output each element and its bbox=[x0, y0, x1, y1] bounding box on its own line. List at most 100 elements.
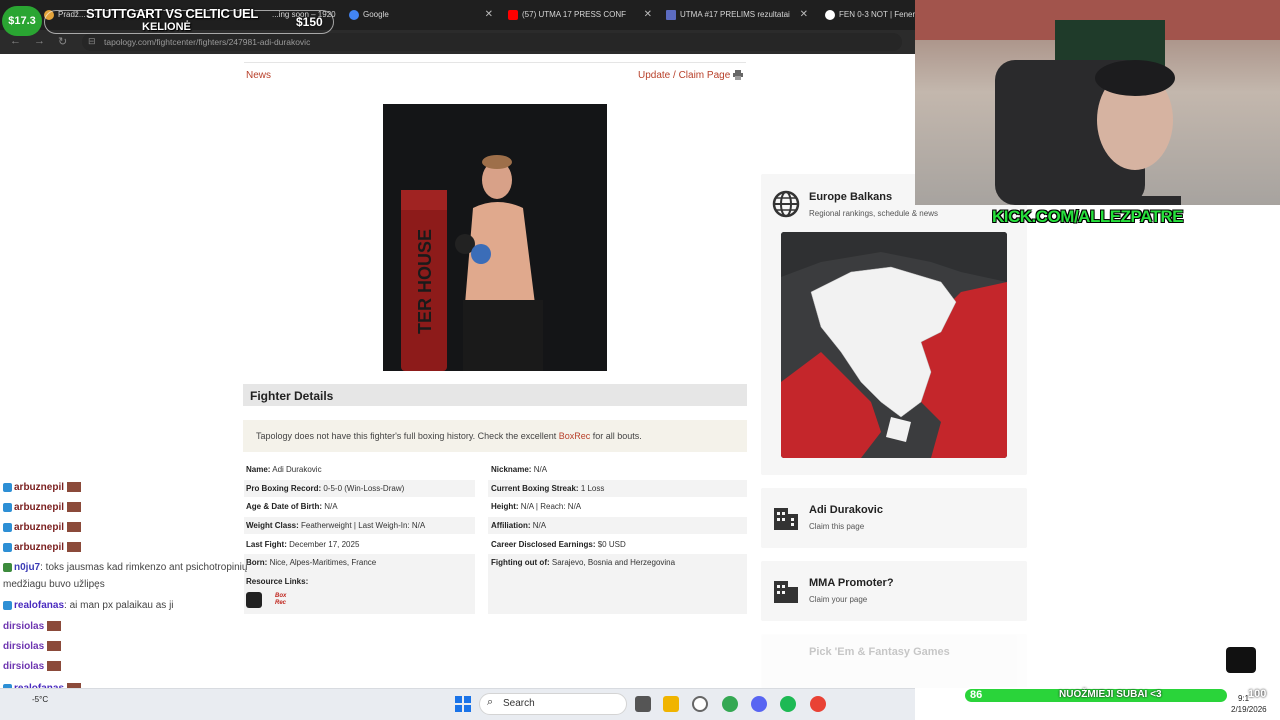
close-icon[interactable]: ✕ bbox=[485, 4, 493, 26]
emote-icon bbox=[67, 542, 82, 553]
detail-earnings: Career Disclosed Earnings: $0 USD bbox=[488, 536, 747, 553]
building-icon bbox=[774, 581, 798, 603]
chat-username: dirsiolas bbox=[3, 641, 45, 652]
emote-icon bbox=[47, 661, 62, 672]
tab-favicon-icon bbox=[666, 10, 676, 20]
detail-label: Resource Links: bbox=[246, 577, 309, 586]
chat-username: n0ju7 bbox=[14, 562, 41, 573]
detail-name: Name: Adi Durakovic bbox=[244, 461, 475, 478]
chrome-icon[interactable] bbox=[722, 696, 738, 712]
tab-google[interactable]: Google ✕ bbox=[349, 4, 493, 26]
obs-icon[interactable] bbox=[692, 696, 708, 712]
fighter-claim-card[interactable]: Adi Durakovic Claim this page bbox=[761, 488, 1027, 548]
chat-message: arbuznepil bbox=[3, 502, 82, 513]
detail-value: N/A | Reach: N/A bbox=[520, 502, 582, 511]
claim-this-page-link[interactable]: Claim this page bbox=[809, 522, 864, 531]
clock-date[interactable]: 2/19/2026 bbox=[1231, 705, 1267, 714]
detail-value: N/A bbox=[533, 465, 548, 474]
chat-username: dirsiolas bbox=[3, 621, 45, 632]
sub-count: 86 bbox=[970, 689, 983, 701]
print-icon[interactable] bbox=[733, 70, 743, 80]
chat-username: arbuznepil bbox=[14, 542, 65, 553]
detail-value: December 17, 2025 bbox=[289, 540, 360, 549]
chat-message: medžiagu buvo užlipęs bbox=[3, 579, 105, 590]
badge-icon bbox=[3, 542, 12, 552]
detail-label: Weight Class: bbox=[246, 521, 299, 530]
badge-icon bbox=[3, 502, 12, 512]
news-link[interactable]: News bbox=[246, 70, 271, 81]
detail-label: Affiliation: bbox=[491, 521, 531, 530]
emote-icon bbox=[67, 522, 82, 533]
detail-weight: Weight Class: Featherweight | Last Weigh… bbox=[244, 517, 475, 534]
badge-icon bbox=[3, 600, 12, 610]
badge-icon bbox=[3, 522, 12, 532]
close-icon[interactable]: ✕ bbox=[644, 4, 652, 26]
sherdog-link-icon[interactable] bbox=[246, 592, 262, 608]
overlay-title: STUTTGART VS CELTIC UEL bbox=[86, 6, 258, 21]
detail-streak: Current Boxing Streak: 1 Loss bbox=[488, 480, 747, 497]
detail-value: $0 USD bbox=[597, 540, 626, 549]
update-claim-link[interactable]: Update / Claim Page bbox=[638, 70, 730, 81]
detail-label: Nickname: bbox=[491, 465, 532, 474]
detail-label: Pro Boxing Record: bbox=[246, 484, 322, 493]
fantasy-card-title[interactable]: Pick 'Em & Fantasy Games bbox=[809, 646, 950, 658]
task-view-icon[interactable] bbox=[635, 696, 651, 712]
reload-icon[interactable]: ↻ bbox=[58, 35, 67, 48]
weather-temperature[interactable]: -5°C bbox=[32, 695, 48, 704]
kick-logo-icon bbox=[1226, 647, 1256, 673]
donation-amount-badge: $17.3 bbox=[2, 6, 42, 36]
boxrec-link[interactable]: BoxRec bbox=[559, 431, 591, 441]
chat-message: realofanas: ai man px palaikau as ji bbox=[3, 600, 174, 611]
taskbar-search[interactable] bbox=[479, 693, 627, 715]
chat-message: arbuznepil bbox=[3, 522, 82, 533]
chat-message: arbuznepil bbox=[3, 482, 82, 493]
detail-height: Height: N/A | Reach: N/A bbox=[488, 498, 747, 515]
chat-message: dirsiolas bbox=[3, 661, 62, 672]
detail-age: Age & Date of Birth: N/A bbox=[244, 498, 475, 515]
chat-text: : ai man px palaikau as ji bbox=[64, 600, 174, 611]
tab-fen[interactable]: FEN 0-3 NOT | Fenerb bbox=[825, 4, 915, 26]
discord-icon[interactable] bbox=[751, 696, 767, 712]
tab-label: UTMA #17 PRELIMS rezultatai bbox=[680, 10, 790, 19]
webcam-feed bbox=[915, 0, 1280, 205]
windows-start-icon[interactable] bbox=[455, 696, 471, 712]
detail-fighting-out-of: Fighting out of: Sarajevo, Bosnia and He… bbox=[488, 554, 747, 614]
claim-your-page-link[interactable]: Claim your page bbox=[809, 595, 867, 604]
boxrec-badge[interactable]: Box Rec bbox=[275, 593, 291, 607]
close-icon[interactable]: ✕ bbox=[800, 4, 808, 26]
fantasy-card[interactable]: Pick 'Em & Fantasy Games bbox=[761, 634, 1027, 688]
chat-message: n0ju7: toks jausmas kad rimkenzo ant psi… bbox=[3, 562, 247, 573]
back-icon[interactable]: ← bbox=[10, 35, 21, 47]
detail-value: Adi Durakovic bbox=[272, 465, 322, 474]
notice-text: Tapology does not have this fighter's fu… bbox=[256, 431, 642, 441]
balkans-map[interactable] bbox=[781, 232, 1007, 458]
section-title: Fighter Details bbox=[250, 389, 334, 403]
svg-text:TER HOUSE: TER HOUSE bbox=[415, 229, 435, 334]
detail-resource-links: Resource Links: bbox=[246, 573, 308, 590]
chat-username: arbuznepil bbox=[14, 502, 65, 513]
detail-value: 0-5-0 (Win-Loss-Draw) bbox=[323, 484, 405, 493]
fighter-card-title[interactable]: Adi Durakovic bbox=[809, 504, 883, 516]
clock-time[interactable]: 9:1 bbox=[1238, 694, 1249, 703]
file-explorer-icon[interactable] bbox=[663, 696, 679, 712]
forward-icon[interactable]: → bbox=[34, 35, 45, 47]
fighter-image: TER HOUSE bbox=[383, 104, 607, 371]
chrome-active-icon[interactable] bbox=[810, 696, 826, 712]
detail-value: Sarajevo, Bosnia and Herzegovina bbox=[551, 558, 676, 567]
chat-username: arbuznepil bbox=[14, 482, 65, 493]
notice-after: for all bouts. bbox=[590, 431, 642, 441]
search-label: Search bbox=[503, 698, 535, 709]
detail-value: 1 Loss bbox=[580, 484, 605, 493]
streamer-image bbox=[915, 0, 1280, 205]
site-info-icon[interactable]: ⊟ bbox=[88, 36, 96, 47]
spotify-icon[interactable] bbox=[780, 696, 796, 712]
region-title[interactable]: Europe Balkans bbox=[809, 191, 892, 203]
globe-icon bbox=[772, 190, 800, 218]
promoter-card-title[interactable]: MMA Promoter? bbox=[809, 577, 894, 589]
tab-utma[interactable]: UTMA #17 PRELIMS rezultatai ✕ bbox=[666, 4, 808, 26]
detail-last-fight: Last Fight: December 17, 2025 bbox=[244, 536, 475, 553]
detail-label: Fighting out of: bbox=[491, 558, 550, 567]
promoter-card[interactable]: MMA Promoter? Claim your page bbox=[761, 561, 1027, 621]
fighter-photo: TER HOUSE bbox=[383, 104, 607, 371]
tab-youtube[interactable]: (57) UTMA 17 PRESS CONF ✕ bbox=[508, 4, 652, 26]
